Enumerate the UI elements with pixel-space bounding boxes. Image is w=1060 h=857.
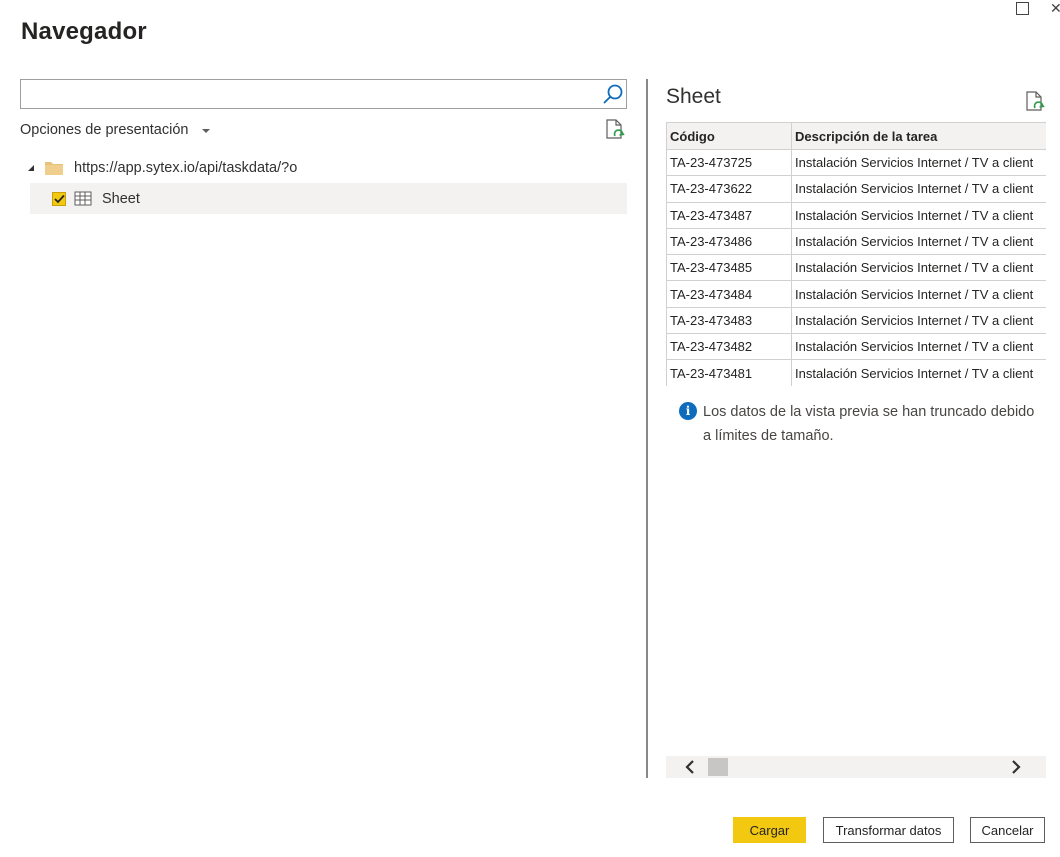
table-cell: Instalación Servicios Internet / TV a cl… <box>791 175 1046 203</box>
table-row: TA-23-473484 Instalación Servicios Intern… <box>666 280 1046 308</box>
display-options-label: Opciones de presentación <box>20 122 189 138</box>
scroll-left-icon[interactable] <box>682 758 698 776</box>
scroll-thumb[interactable] <box>708 758 728 776</box>
tree-root[interactable]: https://app.sytex.io/api/taskdata/?o <box>26 155 626 181</box>
table-cell: Instalación Servicios Internet / TV a cl… <box>791 359 1046 386</box>
cancel-button[interactable]: Cancelar <box>970 817 1045 843</box>
tree-item-label: Sheet <box>102 190 140 207</box>
table-row: TA-23-473483 Instalación Servicios Intern… <box>666 306 1046 335</box>
table-row: TA-23-473482 Instalación Servicios Intern… <box>666 333 1046 361</box>
table-cell: Instalación Servicios Internet / TV a cl… <box>791 201 1046 229</box>
table-cell: TA-23-473484 <box>666 280 792 308</box>
tree-item-sheet[interactable]: Sheet <box>30 183 627 214</box>
maximize-icon[interactable] <box>1016 2 1029 15</box>
preview-table: Código Descripción de la tarea TA-23-473… <box>666 122 1046 386</box>
expand-triangle-icon[interactable] <box>26 163 36 173</box>
checkmark-icon <box>53 194 65 203</box>
preview-title: Sheet <box>666 85 721 108</box>
truncation-info: i Los datos de la vista previa se han tr… <box>679 400 1039 448</box>
table-cell: Instalación Servicios Internet / TV a cl… <box>791 333 1046 361</box>
info-message: Los datos de la vista previa se han trun… <box>703 404 1035 444</box>
load-button[interactable]: Cargar <box>733 817 806 843</box>
table-cell: Instalación Servicios Internet / TV a cl… <box>791 306 1046 335</box>
info-icon: i <box>679 402 697 420</box>
tree-root-label: https://app.sytex.io/api/taskdata/?o <box>74 160 298 176</box>
sheet-checkbox[interactable] <box>52 191 66 206</box>
pane-splitter[interactable] <box>646 79 648 778</box>
table-row: TA-23-473487 Instalación Servicios Intern… <box>666 201 1046 229</box>
caret-down-icon <box>202 129 211 133</box>
preview-table-container: Código Descripción de la tarea TA-23-473… <box>666 122 1046 386</box>
table-cell: Instalación Servicios Internet / TV a cl… <box>791 227 1046 256</box>
table-row: TA-23-473486 Instalación Servicios Intern… <box>666 227 1046 256</box>
table-row: TA-23-473725 Instalación Servicios Intern… <box>666 148 1046 177</box>
table-cell: Instalación Servicios Internet / TV a cl… <box>791 148 1046 177</box>
preview-refresh-icon[interactable] <box>1024 90 1046 114</box>
table-cell: Instalación Servicios Internet / TV a cl… <box>791 280 1046 308</box>
table-row: TA-23-473481 Instalación Servicios Intern… <box>666 359 1046 386</box>
table-icon <box>74 191 92 205</box>
dialog-title: Navegador <box>21 18 147 45</box>
table-header-row: Código Descripción de la tarea <box>666 122 1046 150</box>
search-box[interactable] <box>20 79 627 109</box>
horizontal-scrollbar[interactable] <box>666 756 1046 778</box>
table-cell: TA-23-473483 <box>666 306 792 335</box>
table-cell: TA-23-473485 <box>666 254 792 282</box>
search-input[interactable] <box>25 81 595 107</box>
table-cell: TA-23-473482 <box>666 333 792 361</box>
scroll-right-icon[interactable] <box>1008 758 1024 776</box>
column-header[interactable]: Código <box>666 122 792 150</box>
transform-data-button[interactable]: Transformar datos <box>823 817 954 843</box>
table-cell: TA-23-473725 <box>666 148 792 177</box>
table-cell: TA-23-473487 <box>666 201 792 229</box>
folder-icon <box>45 162 63 175</box>
column-header[interactable]: Descripción de la tarea <box>791 122 1046 150</box>
table-row: TA-23-473485 Instalación Servicios Intern… <box>666 254 1046 282</box>
display-options-dropdown[interactable]: Opciones de presentación <box>20 120 211 140</box>
table-cell: TA-23-473486 <box>666 227 792 256</box>
table-cell: Instalación Servicios Internet / TV a cl… <box>791 254 1046 282</box>
search-icon[interactable] <box>602 83 624 105</box>
close-icon[interactable]: ✕ <box>1050 0 1060 16</box>
refresh-icon[interactable] <box>604 118 626 142</box>
table-cell: TA-23-473622 <box>666 175 792 203</box>
table-row: TA-23-473622 Instalación Servicios Intern… <box>666 175 1046 203</box>
table-cell: TA-23-473481 <box>666 359 792 386</box>
